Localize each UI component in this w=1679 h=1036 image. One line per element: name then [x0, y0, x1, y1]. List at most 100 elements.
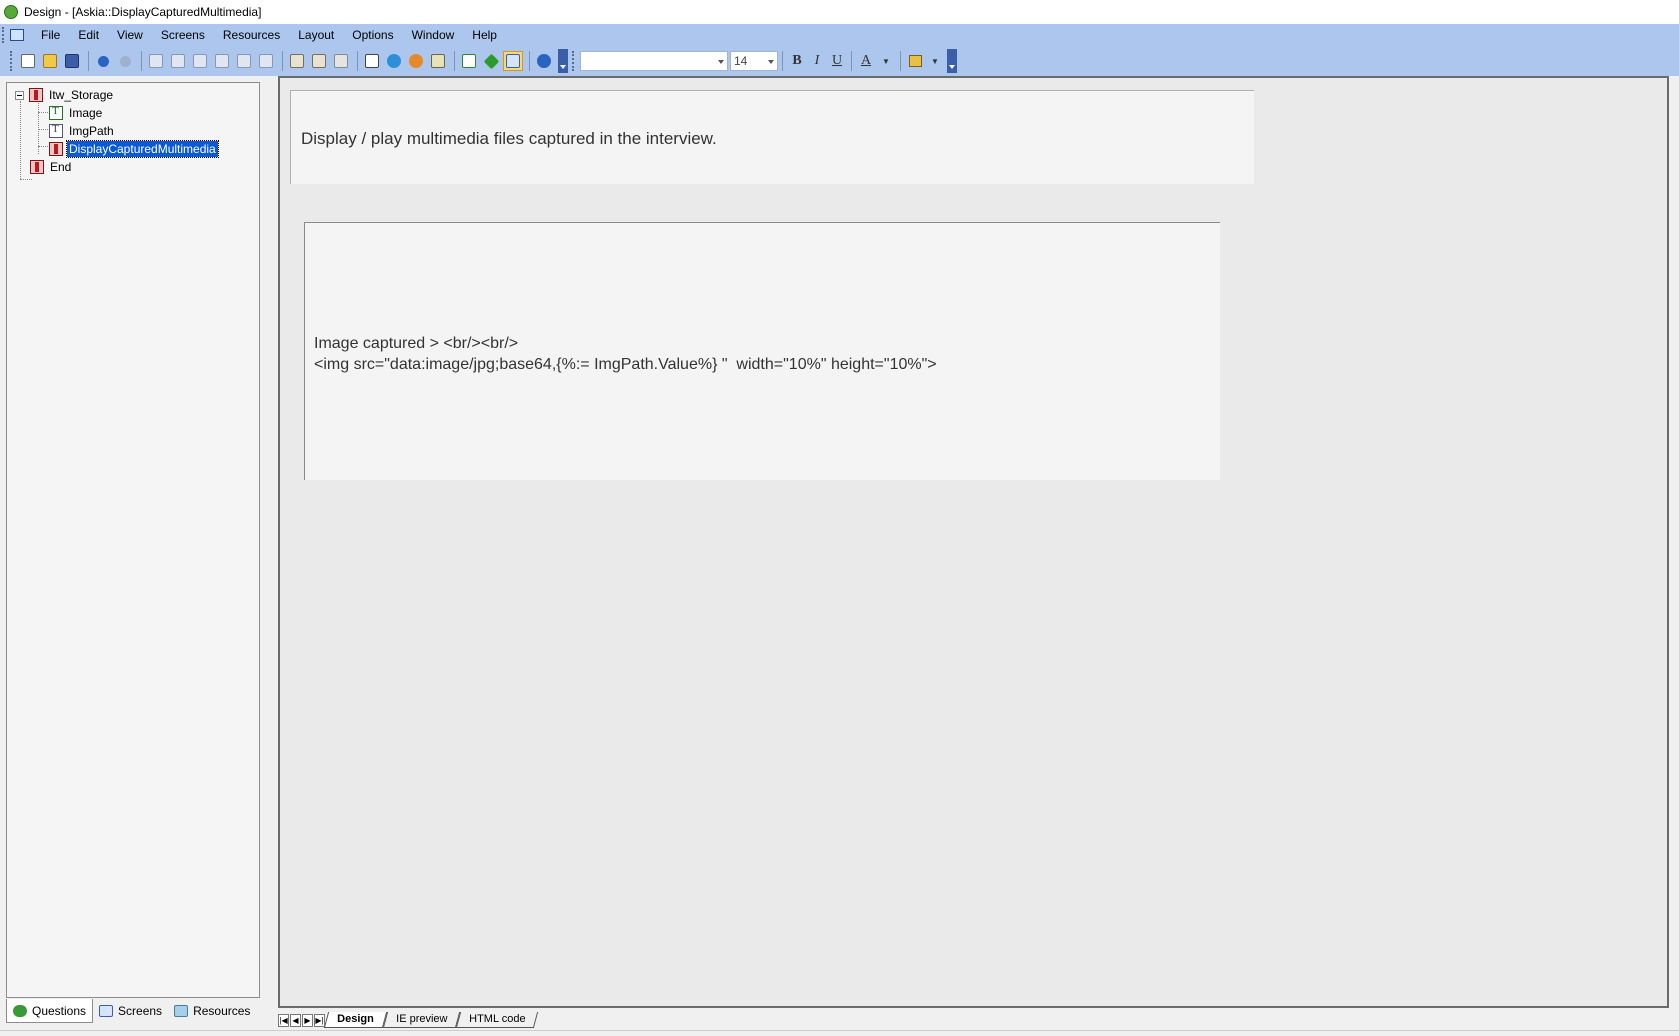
html-icon: [365, 54, 379, 68]
same-height-button[interactable]: [256, 51, 276, 71]
format-toolbar-grip[interactable]: [572, 51, 576, 71]
menu-help[interactable]: Help: [463, 24, 506, 46]
italic-button[interactable]: I: [807, 51, 827, 71]
chevron-down-icon: [768, 60, 774, 64]
menubar-grip[interactable]: [2, 27, 6, 43]
resources-button[interactable]: [331, 51, 351, 71]
next-tab-button[interactable]: ▶: [302, 1013, 313, 1027]
open-button[interactable]: [40, 51, 60, 71]
ie-preview-button[interactable]: [384, 51, 404, 71]
menu-view[interactable]: View: [108, 24, 152, 46]
screens-icon: [312, 54, 326, 68]
align-middle-button[interactable]: [212, 51, 232, 71]
resources-icon: [334, 54, 348, 68]
tab-label: Design: [337, 1013, 374, 1025]
same-height-icon: [259, 54, 273, 68]
open-question-icon: [49, 123, 63, 138]
left-panel-tabs: Questions Screens Resources: [6, 998, 260, 1024]
save-button[interactable]: [62, 51, 82, 71]
tree-line: [20, 101, 21, 179]
menu-layout[interactable]: Layout: [289, 24, 343, 46]
toolbar-separator: [357, 51, 358, 71]
tab-questions[interactable]: Questions: [6, 999, 94, 1023]
font-color-dropdown[interactable]: ▼: [876, 51, 896, 71]
check-button[interactable]: [459, 51, 479, 71]
tab-label: Questions: [32, 1003, 87, 1018]
tab-design[interactable]: Design: [323, 1012, 387, 1028]
open-folder-icon: [43, 54, 57, 68]
chevron-down-icon: [718, 60, 724, 64]
tree-line: [38, 146, 48, 147]
redo-button[interactable]: [115, 51, 135, 71]
menu-screens[interactable]: Screens: [152, 24, 214, 46]
html-control-text: Image captured > <br/><br/> <img src="da…: [314, 333, 937, 375]
align-center-button[interactable]: [190, 51, 210, 71]
prev-tab-button[interactable]: ◀: [290, 1013, 301, 1027]
align-center-icon: [193, 54, 207, 68]
tab-label: IE preview: [395, 1013, 448, 1025]
tree-item-displaycapturedmultimedia[interactable]: DisplayCapturedMultimedia: [49, 140, 219, 158]
toolbar-grip[interactable]: [10, 51, 14, 71]
undo-icon: [97, 55, 109, 67]
undo-button[interactable]: [93, 51, 113, 71]
underline-button[interactable]: U: [827, 51, 847, 71]
help-button[interactable]: [534, 51, 554, 71]
page-icon: [290, 54, 304, 68]
html-control-line: <img src="data:image/jpg;base64,{%:= Img…: [314, 356, 937, 373]
same-width-button[interactable]: [234, 51, 254, 71]
first-tab-button[interactable]: |◀: [278, 1013, 289, 1027]
html-button[interactable]: [362, 51, 382, 71]
firefox-preview-button[interactable]: [406, 51, 426, 71]
question-caption-box[interactable]: Display / play multimedia files captured…: [290, 90, 1254, 184]
html-control-box[interactable]: Image captured > <br/><br/> <img src="da…: [304, 222, 1220, 480]
new-button[interactable]: [18, 51, 38, 71]
tree-item-end[interactable]: End: [30, 158, 73, 176]
align-left-icon: [149, 54, 163, 68]
font-name-select[interactable]: [580, 51, 728, 71]
toolbar: 14 B I U A ▼ ▼: [0, 46, 1679, 76]
tab-resources[interactable]: Resources: [168, 999, 256, 1023]
fill-color-dropdown[interactable]: ▼: [925, 51, 945, 71]
menu-file[interactable]: File: [32, 24, 69, 46]
menu-options[interactable]: Options: [343, 24, 402, 46]
align-top-icon: [171, 54, 185, 68]
toolbar-separator: [282, 51, 283, 71]
font-size-select[interactable]: 14: [730, 51, 778, 71]
tab-label: Resources: [193, 1004, 251, 1018]
tree-line: [20, 179, 32, 180]
document-window-icon[interactable]: [10, 29, 24, 41]
format-toolbar-overflow-button[interactable]: [947, 49, 957, 73]
ie-icon: [387, 54, 401, 68]
last-tab-button[interactable]: ▶|: [314, 1013, 325, 1027]
screens-button[interactable]: [309, 51, 329, 71]
tree-item-image[interactable]: Image: [49, 104, 104, 122]
collapse-toggle-icon[interactable]: [15, 90, 24, 100]
page-button[interactable]: [287, 51, 307, 71]
align-left-button[interactable]: [146, 51, 166, 71]
toolbar-separator: [141, 51, 142, 71]
table-button[interactable]: [428, 51, 448, 71]
fill-color-button[interactable]: [905, 51, 925, 71]
tab-screens[interactable]: Screens: [93, 999, 168, 1023]
tree-item-imgpath[interactable]: ImgPath: [49, 122, 116, 140]
toolbar-separator: [454, 51, 455, 71]
design-mode-button[interactable]: [503, 51, 523, 71]
toolbar-overflow-button[interactable]: [558, 49, 568, 73]
paint-bucket-icon: [908, 55, 922, 67]
tab-html-code[interactable]: HTML code: [455, 1012, 539, 1028]
menu-window[interactable]: Window: [403, 24, 464, 46]
open-question-icon: [49, 105, 63, 120]
bold-button[interactable]: B: [787, 51, 807, 71]
tab-ie-preview[interactable]: IE preview: [382, 1012, 461, 1028]
route-button[interactable]: [481, 51, 501, 71]
menu-resources[interactable]: Resources: [214, 24, 289, 46]
window-title: Design - [Askia::DisplayCapturedMultimed…: [24, 5, 262, 19]
redo-icon: [119, 55, 131, 67]
tree-item-label: DisplayCapturedMultimedia: [66, 140, 219, 158]
align-top-button[interactable]: [168, 51, 188, 71]
tree-item-itw-storage[interactable]: Itw_Storage: [15, 86, 115, 104]
screen-designer-canvas[interactable]: Display / play multimedia files captured…: [278, 76, 1669, 1008]
menu-edit[interactable]: Edit: [69, 24, 108, 46]
font-color-button[interactable]: A: [856, 51, 876, 71]
tab-label: HTML code: [469, 1013, 526, 1025]
